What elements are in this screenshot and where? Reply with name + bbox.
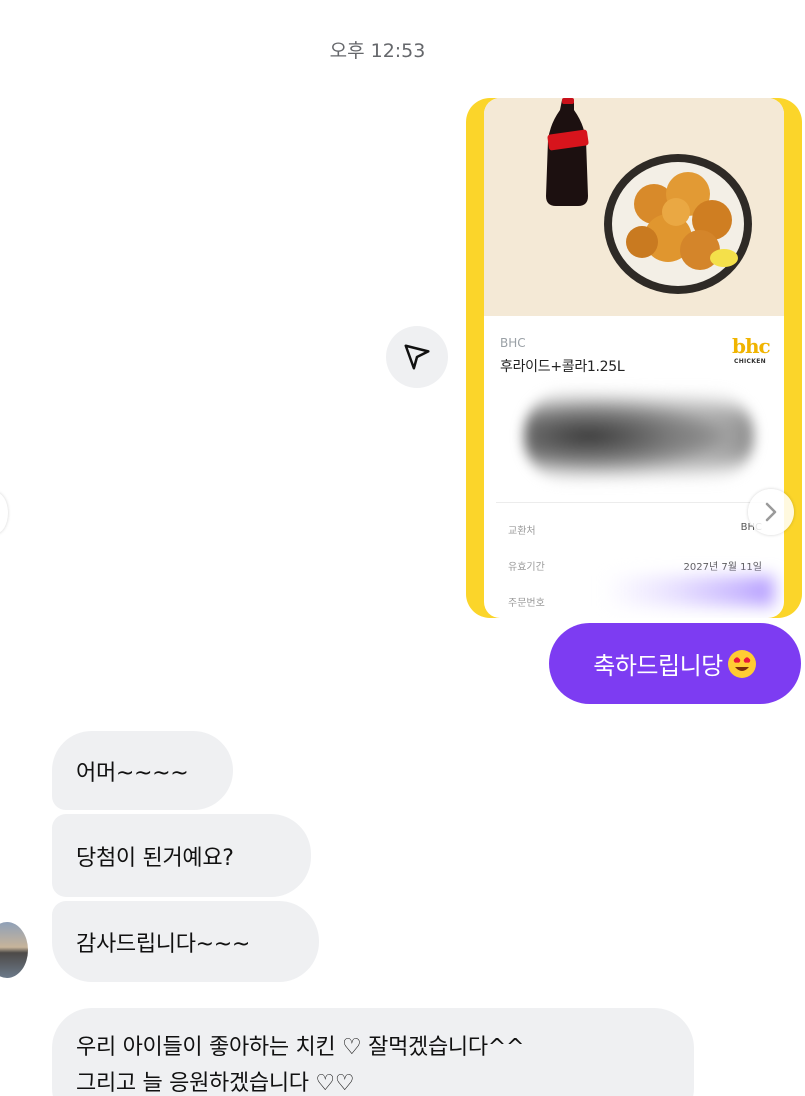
info-label: 교환처 [508,526,536,537]
message-line: 우리 아이들이 좋아하는 치킨 ♡ 잘먹겠습니다^^ [76,1035,525,1060]
received-message-bubble[interactable]: 우리 아이들이 좋아하는 치킨 ♡ 잘먹겠습니다^^ 그리고 늘 응원하겠습니다… [52,1008,694,1096]
received-message-text: 우리 아이들이 좋아하는 치킨 ♡ 잘먹겠습니다^^ 그리고 늘 응원하겠습니다… [76,1030,524,1096]
fried-chicken-image [604,154,752,294]
received-message-text: 어머~~~~ [76,760,189,786]
received-message-bubble[interactable]: 감사드립니다~~~ [52,901,319,982]
cola-bottle-image [546,98,589,206]
bhc-logo: bhc [732,334,771,358]
message-line: 그리고 늘 응원하겠습니다 ♡♡ [76,1071,355,1096]
card-product-name: 후라이드+콜라1.25L [500,359,625,375]
avatar[interactable] [0,922,28,978]
blurred-barcode [524,390,754,482]
info-label: 유효기간 [508,562,545,573]
chevron-right-icon [765,502,777,522]
received-message-text: 감사드립니다~~~ [76,931,251,957]
card-brand: BHC [500,336,526,350]
bhc-logo-sub: CHICKEN [734,358,766,365]
share-button[interactable] [386,326,448,388]
received-message-bubble[interactable]: 어머~~~~ [52,731,233,810]
chat-screen: 오후 12:53 BHC 후라이드+콜라1.25L bhc CHICKEN 교환… [0,0,805,1096]
blurred-order-number [604,576,774,606]
message-timestamp: 오후 12:53 [329,40,426,62]
received-message-text: 당첨이 된거예요? [76,845,234,871]
gift-card-message[interactable]: BHC 후라이드+콜라1.25L bhc CHICKEN 교환처 BHC 유효기… [466,98,802,618]
sent-message-text: 축하드립니당 [593,652,723,680]
previous-button[interactable] [0,492,8,534]
gift-card-body: BHC 후라이드+콜라1.25L bhc CHICKEN 교환처 BHC 유효기… [484,98,784,618]
sent-message-bubble[interactable]: 축하드립니당 [549,623,801,704]
info-row-exchange: 교환처 BHC [508,522,762,537]
info-row-expiry: 유효기간 2027년 7월 11일 [508,558,762,573]
received-message-bubble[interactable]: 당첨이 된거예요? [52,814,311,897]
info-value: 2027년 7월 11일 [683,562,763,573]
next-button[interactable] [748,489,794,535]
send-icon [404,344,430,370]
product-image [484,98,784,316]
info-label: 주문번호 [508,598,545,609]
heart-eyes-emoji-icon [727,649,757,679]
card-divider [496,502,772,503]
